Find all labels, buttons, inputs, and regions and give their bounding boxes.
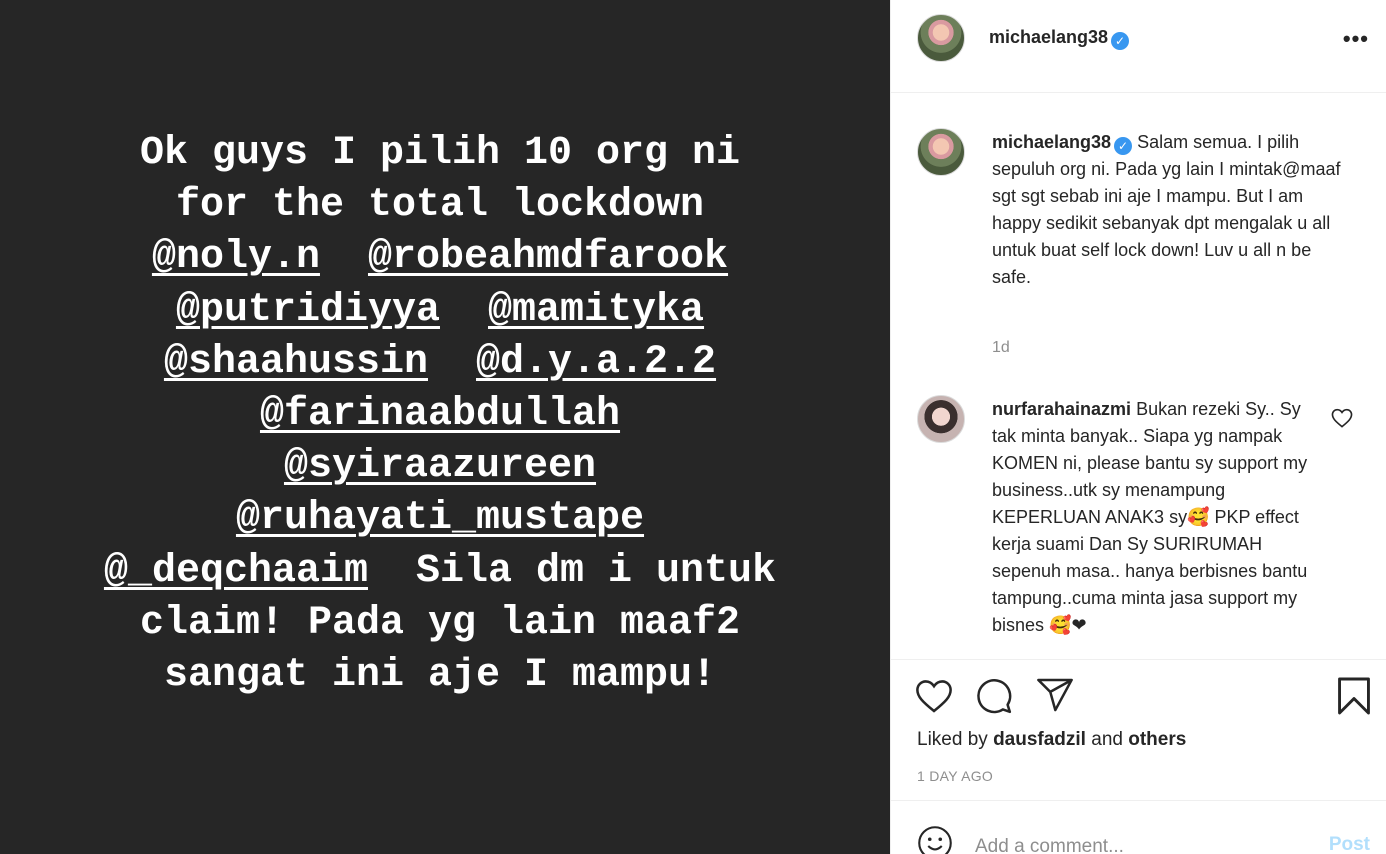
like-heart-icon[interactable]	[915, 678, 953, 714]
story-line: sangat ini aje I mampu!	[0, 650, 880, 702]
story-mention-link[interactable]: @putridiyya	[176, 288, 440, 333]
story-mention-link[interactable]: @syiraazureen	[284, 444, 596, 489]
comments-list[interactable]: michaelang38 ✓ Salam semua. I pilih sepul…	[891, 94, 1386, 659]
verified-badge-icon: ✓	[1111, 32, 1130, 50]
post-header: michaelang38 ✓ •••	[891, 0, 1386, 93]
header-username[interactable]: michaelang38	[989, 27, 1108, 47]
share-paper-plane-icon[interactable]	[1036, 677, 1074, 713]
liked-by-user-link[interactable]: dausfadzil	[993, 729, 1086, 750]
story-text-segment	[320, 235, 368, 280]
story-text-segment	[440, 288, 488, 333]
story-text-segment	[428, 340, 476, 385]
header-user: michaelang38 ✓	[989, 27, 1130, 50]
story-line: for the total lockdown	[0, 180, 880, 232]
comment-username[interactable]: nurfarahainazmi	[992, 399, 1131, 419]
save-bookmark-icon[interactable]	[1337, 677, 1371, 715]
emoji-icon[interactable]	[917, 825, 953, 854]
like-comment-heart-icon[interactable]	[1331, 408, 1353, 428]
story-text-segment: for the total lockdown	[175, 183, 705, 229]
story-mention-link[interactable]: @d.y.a.2.2	[476, 340, 716, 385]
story-line: Ok guys I pilih 10 org ni	[0, 128, 880, 180]
story-text-segment: Ok guys I pilih 10 org ni	[139, 131, 741, 176]
story-mention-link[interactable]: @mamityka	[488, 288, 704, 333]
comment-text: Bukan rezeki Sy.. Sy tak minta banyak.. …	[992, 399, 1308, 635]
caption-age[interactable]: 1d	[992, 339, 1010, 357]
caption-username[interactable]: michaelang38	[992, 132, 1111, 152]
post-media[interactable]: Ok guys I pilih 10 org ni for the total l…	[0, 0, 890, 854]
story-line: @shaahussin @d.y.a.2.2	[0, 337, 880, 389]
story-mention-link[interactable]: @noly.n	[152, 235, 320, 280]
caption-text: Salam semua. I pilih sepuluh org ni. Pad…	[992, 132, 1341, 287]
caption-avatar[interactable]	[917, 128, 965, 176]
add-comment-bar: Post	[891, 802, 1386, 854]
verified-badge-icon: ✓	[1114, 137, 1133, 155]
avatar[interactable]	[917, 14, 965, 62]
liked-by-and: and	[1091, 729, 1123, 750]
story-mention-link[interactable]: @_deqchaaim	[104, 549, 368, 594]
liked-by-others-link[interactable]: others	[1128, 729, 1186, 750]
story-mention-link[interactable]: @robeahmdfarook	[368, 235, 728, 280]
liked-by-prefix: Liked by	[917, 729, 988, 750]
story-mention-link[interactable]: @farinaabdullah	[260, 392, 620, 437]
story-text-segment: sangat ini aje I mampu!	[163, 653, 717, 698]
story-line: claim! Pada yg lain maaf2	[0, 598, 880, 650]
comment-avatar[interactable]	[917, 395, 965, 443]
story-line: @farinaabdullah	[0, 389, 880, 441]
caption: michaelang38 ✓ Salam semua. I pilih sepul…	[992, 129, 1352, 291]
post-actions: Liked by dausfadzil and others 1 DAY AGO	[891, 659, 1386, 801]
story-text-segment: Sila dm i untuk	[367, 548, 777, 594]
story-line: @putridiyya @mamityka	[0, 285, 880, 337]
post-date[interactable]: 1 DAY AGO	[917, 768, 993, 784]
post-side-panel: michaelang38 ✓ ••• michaelang38 ✓ Salam se…	[890, 0, 1386, 854]
story-line: @ruhayati_mustape	[0, 493, 880, 545]
story-mention-link[interactable]: @shaahussin	[164, 340, 428, 385]
story-line: @noly.n @robeahmdfarook	[0, 232, 880, 284]
story-mention-link[interactable]: @ruhayati_mustape	[236, 496, 644, 541]
comment-input[interactable]	[975, 832, 1315, 854]
story-text-segment: claim! Pada yg lain maaf2	[139, 600, 741, 646]
story-line: @_deqchaaim Sila dm i untuk	[0, 546, 880, 598]
post-comment-button[interactable]: Post	[1329, 834, 1370, 854]
comment-bubble-icon[interactable]	[975, 677, 1013, 715]
liked-by: Liked by dausfadzil and others	[917, 729, 1186, 751]
comment: nurfarahainazmi Bukan rezeki Sy.. Sy tak…	[992, 396, 1310, 639]
story-line: @syiraazureen	[0, 441, 880, 493]
more-options-icon[interactable]: •••	[1343, 26, 1369, 52]
